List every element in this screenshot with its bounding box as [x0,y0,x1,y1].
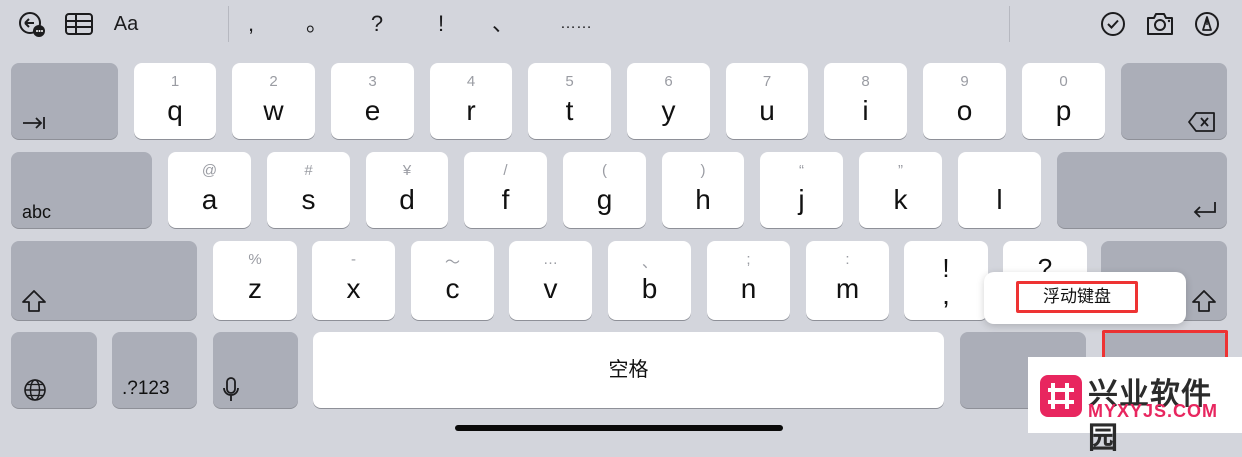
key-o[interactable]: 9o [923,63,1006,139]
return-key[interactable] [1057,152,1227,228]
key-i[interactable]: 8i [824,63,907,139]
key-r[interactable]: 4r [430,63,512,139]
watermark: 兴业软件园 MYXYJS.COM [1028,357,1242,455]
key-f[interactable]: / f [464,152,547,228]
punct-comma[interactable]: , [236,6,266,42]
key-exclaim-comma[interactable]: !, [904,241,988,320]
key-k[interactable]: ” k [859,152,942,228]
key-c[interactable]: 〜 c [411,241,494,320]
return-icon [1193,202,1216,218]
key-v[interactable]: … v [509,241,592,320]
tab-key[interactable] [11,63,118,139]
punct-period[interactable]: 。 [302,6,332,42]
watermark-url: MYXYJS.COM [1088,401,1219,421]
globe-key[interactable] [11,332,97,408]
key-s[interactable]: # s [267,152,350,228]
key-e[interactable]: 3e [331,63,414,139]
key-z[interactable]: % z [213,241,297,320]
key-j[interactable]: “j [760,152,843,228]
toolbar-divider [228,6,229,42]
shortcut-toolbar: Aa , 。 ? ! 、 …… [0,0,1242,48]
tab-arrow-icon [23,117,45,129]
space-key[interactable]: 空格 [313,332,944,408]
key-y[interactable]: 6y [627,63,710,139]
undo-icon[interactable] [14,6,50,42]
punct-question[interactable]: ? [362,6,392,42]
punct-exclaim[interactable]: ! [426,6,456,42]
toolbar-divider [1009,6,1010,42]
shift-icon [22,290,46,312]
camera-icon[interactable] [1144,6,1176,42]
key-q[interactable]: 1q [134,63,216,139]
globe-icon [24,379,46,401]
floating-keyboard-popup: 浮动键盘 [984,272,1186,324]
key-x[interactable]: -x [312,241,395,320]
key-t[interactable]: 5t [528,63,611,139]
key-u[interactable]: 7u [726,63,808,139]
key-g[interactable]: (g [563,152,646,228]
watermark-logo-icon [1040,375,1082,417]
delete-key[interactable] [1121,63,1227,139]
key-m[interactable]: :m [806,241,889,320]
microphone-icon [223,377,239,401]
table-icon[interactable] [62,6,96,42]
format-button[interactable]: Aa [108,6,144,42]
key-a[interactable]: @ a [168,152,251,228]
floating-keyboard-option[interactable]: 浮动键盘 [1016,281,1138,313]
punct-enum-comma[interactable]: 、 [488,6,518,42]
delete-icon [1188,112,1215,132]
punct-ellipsis[interactable]: …… [556,6,596,42]
markup-pen-icon[interactable] [1192,6,1222,42]
home-indicator [455,425,783,431]
shift-icon [1192,290,1216,312]
key-l[interactable]: l [958,152,1041,228]
key-b[interactable]: 、 b [608,241,691,320]
numbers-key[interactable]: .?123 [112,332,197,408]
key-w[interactable]: 2w [232,63,315,139]
shift-key-left[interactable] [11,241,197,320]
key-n[interactable]: ; n [707,241,790,320]
key-d[interactable]: ¥ d [366,152,448,228]
checkmark-circle-icon[interactable] [1098,6,1128,42]
abc-key[interactable]: abc [11,152,152,228]
key-p[interactable]: 0p [1022,63,1105,139]
key-h[interactable]: ) h [662,152,744,228]
dictation-key[interactable] [213,332,298,408]
